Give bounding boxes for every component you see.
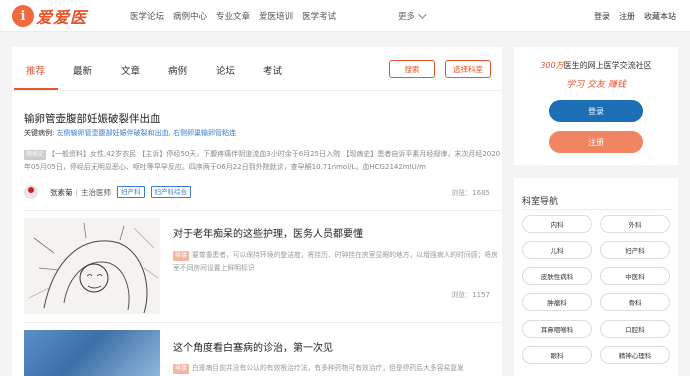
dept-ophthalmology[interactable]: 眼科	[522, 346, 592, 364]
dept-pediatrics[interactable]: 儿科	[522, 241, 592, 259]
article-title[interactable]: 输卵管壶腹部妊娠破裂伴出血	[24, 111, 161, 126]
dept-internal-medicine[interactable]: 内科	[522, 215, 592, 233]
dept-ent[interactable]: 耳鼻咽喉科	[522, 320, 592, 338]
slogan-number: 300万	[540, 61, 564, 70]
feed-panel: 推荐 最新 文章 病例 论坛 考试 搜索 选择科室 输卵管壶腹部妊娠破裂伴出血 …	[12, 47, 502, 376]
logo-icon: i	[12, 5, 34, 27]
article-author: 张素菊 | 主治医师 妇产科 妇产科综合	[24, 185, 192, 199]
main-nav: 医学论坛 病例中心 专业文章 爱医培训 医学考试	[130, 0, 345, 32]
article-summary: 导读 要尊重患者，可以保持环境的整洁度，将挂历、时钟挂在房室显眼的地方，以增强病人…	[173, 249, 498, 275]
dept-surgery[interactable]: 外科	[600, 215, 670, 233]
department-nav: 科室导航 内科 外科 儿科 妇产科 皮肤性病科 中医科 肿瘤科 骨科 耳鼻咽喉科…	[514, 178, 678, 376]
chevron-down-icon	[418, 10, 427, 19]
search-button[interactable]: 搜索	[389, 60, 435, 78]
tab-exam[interactable]: 考试	[263, 63, 282, 77]
active-tab-indicator	[14, 88, 58, 90]
article-summary: 导读 白塞病目前并没有公认的有效根治疗法，有多种药物可有效治疗，但是停药后大多容易…	[173, 362, 498, 375]
nav-forum[interactable]: 医学论坛	[130, 10, 164, 22]
nav-training[interactable]: 爱医培训	[259, 10, 293, 22]
login-button[interactable]: 登录	[549, 100, 643, 122]
dept-obstetrics[interactable]: 妇产科	[600, 241, 670, 259]
sketch-illustration	[28, 222, 159, 314]
summary-text: 白塞病目前并没有公认的有效根治疗法，有多种药物可有效治疗，但是停药后大多容易复发	[192, 364, 464, 372]
site-logo[interactable]: i 爱爱医	[12, 4, 87, 28]
more-label: 更多	[398, 12, 416, 22]
summary-text: 【一般资料】女性,42岁农民 【主诉】停经50天，下腹疼痛伴阴道流血3小时余于6…	[24, 150, 501, 171]
author-separator: |	[75, 187, 79, 197]
tab-articles[interactable]: 文章	[121, 63, 140, 77]
bookmark-link[interactable]: 收藏本站	[644, 11, 676, 22]
dept-oncology[interactable]: 肿瘤科	[522, 293, 592, 311]
summary-tag: 简病史	[24, 150, 47, 160]
register-link[interactable]: 注册	[619, 11, 635, 22]
feed-tabs: 推荐 最新 文章 病例 论坛 考试 搜索 选择科室	[12, 47, 502, 91]
avatar[interactable]	[24, 185, 38, 199]
site-slogan: 300万医生的网上医学交流社区	[514, 60, 678, 71]
select-dept-button[interactable]: 选择科室	[445, 60, 491, 78]
tab-latest[interactable]: 最新	[73, 63, 92, 77]
summary-tag: 导读	[173, 364, 190, 374]
dept-tcm[interactable]: 中医科	[600, 267, 670, 285]
keywords-label: 关键病例:	[24, 129, 55, 137]
divider	[24, 210, 502, 211]
article-keywords: 关键病例: 左侧输卵管壶腹部妊娠伴破裂和出血, 右侧卵巢输卵管粘连	[24, 128, 236, 138]
dept-dermatology[interactable]: 皮肤性病科	[522, 267, 592, 285]
article-summary: 简病史 【一般资料】女性,42岁农民 【主诉】停经50天，下腹疼痛伴阴道流血3小时…	[24, 148, 502, 174]
summary-text: 要尊重患者，可以保持环境的整洁度，将挂历、时钟挂在房室显眼的地方，以增强病人的时…	[173, 251, 498, 272]
login-panel: 300万医生的网上医学交流社区 学习 交友 赚钱 登录 注册	[514, 47, 678, 165]
logo-text: 爱爱医	[36, 8, 88, 27]
tab-recommend[interactable]: 推荐	[26, 63, 45, 77]
article-thumbnail[interactable]	[24, 218, 160, 314]
dept-orthopedics[interactable]: 骨科	[600, 293, 670, 311]
view-count: 浏览：1157	[451, 291, 490, 299]
subcategory-pill[interactable]: 妇产科综合	[150, 186, 192, 198]
nav-exam[interactable]: 医学考试	[302, 10, 336, 22]
tab-forum[interactable]: 论坛	[216, 63, 235, 77]
keywords-links[interactable]: 左侧输卵管壶腹部妊娠伴破裂和出血, 右侧卵巢输卵管粘连	[57, 129, 236, 137]
top-navbar: i 爱爱医 医学论坛 病例中心 专业文章 爱医培训 医学考试 更多 登录 注册 …	[0, 0, 690, 32]
slogan-text: 医生的网上医学交流社区	[563, 61, 652, 70]
author-name[interactable]: 张素菊	[50, 187, 73, 198]
dept-nav-title: 科室导航	[522, 197, 559, 207]
dept-psychiatry[interactable]: 精神心理科	[600, 346, 670, 364]
auth-links: 登录 注册 收藏本站	[594, 0, 685, 32]
more-menu[interactable]: 更多	[398, 0, 427, 32]
author-role: 主治医师	[81, 187, 112, 197]
register-button[interactable]: 注册	[549, 131, 643, 153]
tagline: 学习 交友 赚钱	[566, 80, 626, 90]
dept-stomatology[interactable]: 口腔科	[600, 320, 670, 338]
nav-cases[interactable]: 病例中心	[173, 10, 207, 22]
divider	[522, 209, 672, 210]
category-pill[interactable]: 妇产科	[117, 186, 145, 198]
article-title[interactable]: 这个角度看白塞病的诊治，第一次见	[173, 339, 333, 354]
view-count: 浏览：1685	[451, 189, 490, 197]
tab-cases[interactable]: 病例	[168, 63, 187, 77]
article-thumbnail[interactable]	[24, 330, 160, 376]
article-title[interactable]: 对于老年痴呆的这些护理，医务人员都要懂	[173, 225, 363, 240]
login-link[interactable]: 登录	[594, 11, 610, 22]
summary-tag: 导读	[173, 251, 190, 261]
divider	[24, 322, 502, 323]
nav-articles[interactable]: 专业文章	[216, 10, 250, 22]
